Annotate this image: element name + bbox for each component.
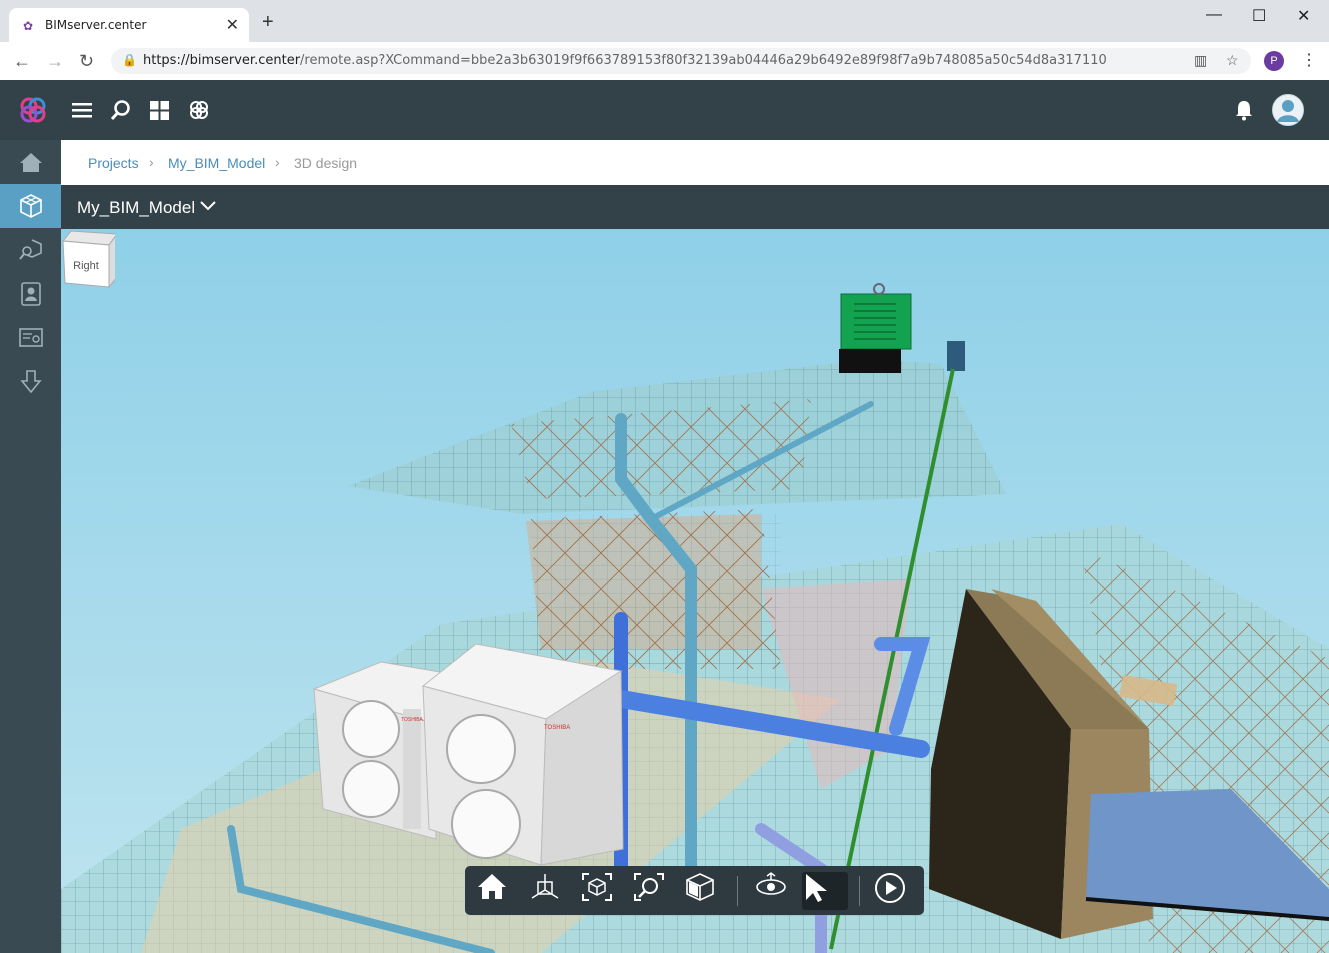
section-box-icon <box>686 873 714 901</box>
browser-tab-bar: ✿ BIMserver.center ✕ + — ☐ ✕ <box>0 0 1329 42</box>
search-icon[interactable] <box>110 99 132 121</box>
home-view-button[interactable] <box>477 872 515 910</box>
tab-title: BIMserver.center <box>45 18 147 32</box>
play-icon <box>875 873 905 903</box>
sidebar-item-home[interactable] <box>0 140 61 184</box>
app-header <box>0 80 1329 140</box>
reload-icon[interactable]: ↻ <box>79 51 94 72</box>
forward-arrow-icon[interactable]: → <box>46 51 64 72</box>
contacts-icon <box>20 282 41 306</box>
bell-icon[interactable] <box>1235 100 1253 121</box>
sidebar-item-model-search[interactable] <box>0 228 61 272</box>
section-box-button[interactable] <box>685 872 723 910</box>
favicon-icon: ✿ <box>23 19 34 33</box>
download-icon <box>19 370 42 394</box>
chevron-right-icon: › <box>149 154 154 170</box>
sidebar-item-contacts[interactable] <box>0 272 61 316</box>
fit-view-icon <box>582 873 612 901</box>
navcube-face-label: Right <box>73 260 99 272</box>
sidebar-item-certificate[interactable] <box>0 316 61 360</box>
fit-view-button[interactable] <box>581 872 619 910</box>
model-title-bar: My_BIM_Model <box>61 185 1329 229</box>
tab-close-icon[interactable]: ✕ <box>226 15 239 35</box>
outdoor-unit-right: TOSHIBA <box>421 643 624 866</box>
new-tab-button[interactable]: + <box>262 12 274 32</box>
lock-icon: 🔒 <box>122 53 137 67</box>
toolbar-separator <box>859 876 860 906</box>
hamburger-menu-icon[interactable] <box>71 100 93 120</box>
close-window-button[interactable]: ✕ <box>1297 6 1310 26</box>
minimize-button[interactable]: — <box>1206 6 1222 24</box>
url-field[interactable]: 🔒 https://bimserver.center/remote.asp?XC… <box>111 48 1251 74</box>
model-title[interactable]: My_BIM_Model <box>77 198 195 218</box>
browser-menu-icon[interactable]: ⋮ <box>1301 50 1317 70</box>
user-avatar-icon[interactable] <box>1272 94 1304 126</box>
axes-button[interactable] <box>529 872 567 910</box>
sidebar-item-download[interactable] <box>0 360 61 404</box>
central-core <box>526 509 781 669</box>
sidebar <box>0 140 61 953</box>
zoom-window-icon <box>634 873 664 901</box>
breadcrumb-current: 3D design <box>294 155 358 171</box>
apps-grid-icon[interactable] <box>149 100 170 121</box>
3d-viewport[interactable]: TOSHIBA TOSHIBA Right <box>61 229 1329 953</box>
cursor-arrow-icon <box>806 874 827 902</box>
translate-icon[interactable]: ▥ <box>1194 52 1207 69</box>
url-host: https://bimserver.center <box>143 53 301 68</box>
axes-icon <box>531 874 559 899</box>
toshiba-label-1: TOSHIBA <box>401 717 424 723</box>
zoom-window-button[interactable] <box>633 872 671 910</box>
home-icon <box>478 874 506 899</box>
sidebar-item-3d-model[interactable] <box>0 184 61 228</box>
browser-tab[interactable]: ✿ BIMserver.center ✕ <box>9 8 249 42</box>
breadcrumb: Projects › My_BIM_Model › 3D design <box>61 140 1329 185</box>
orbit-icon <box>756 872 786 895</box>
3d-model-icon <box>19 194 42 218</box>
logo-icon[interactable] <box>18 95 48 125</box>
bookmark-star-icon[interactable]: ☆ <box>1226 52 1239 69</box>
play-button[interactable] <box>874 872 912 910</box>
generator-unit <box>839 283 912 373</box>
chevron-down-icon[interactable] <box>199 197 217 215</box>
profile-avatar[interactable]: P <box>1264 51 1284 71</box>
select-button[interactable] <box>802 872 848 910</box>
chevron-right-icon: › <box>275 154 280 170</box>
bimserver-icon[interactable] <box>188 99 210 121</box>
url-path: /remote.asp?XCommand=bbe2a3b63019f9f6637… <box>300 53 1107 68</box>
breadcrumb-projects[interactable]: Projects <box>88 155 139 171</box>
3d-scene: TOSHIBA TOSHIBA <box>61 229 1329 953</box>
home-icon <box>19 153 42 172</box>
toolbar-separator <box>737 876 738 906</box>
back-arrow-icon[interactable]: ← <box>13 51 31 72</box>
maximize-button[interactable]: ☐ <box>1252 6 1266 26</box>
toshiba-label-2: TOSHIBA <box>544 725 570 731</box>
url-text: https://bimserver.center/remote.asp?XCom… <box>143 53 1107 68</box>
model-search-icon <box>18 239 42 260</box>
breadcrumb-model[interactable]: My_BIM_Model <box>168 155 265 171</box>
orbit-button[interactable] <box>754 872 792 910</box>
certificate-icon <box>18 328 43 347</box>
navigation-cube[interactable]: Right <box>61 229 115 289</box>
address-bar-row: ← → ↻ 🔒 https://bimserver.center/remote.… <box>0 42 1329 81</box>
viewer-toolbar <box>465 866 924 915</box>
